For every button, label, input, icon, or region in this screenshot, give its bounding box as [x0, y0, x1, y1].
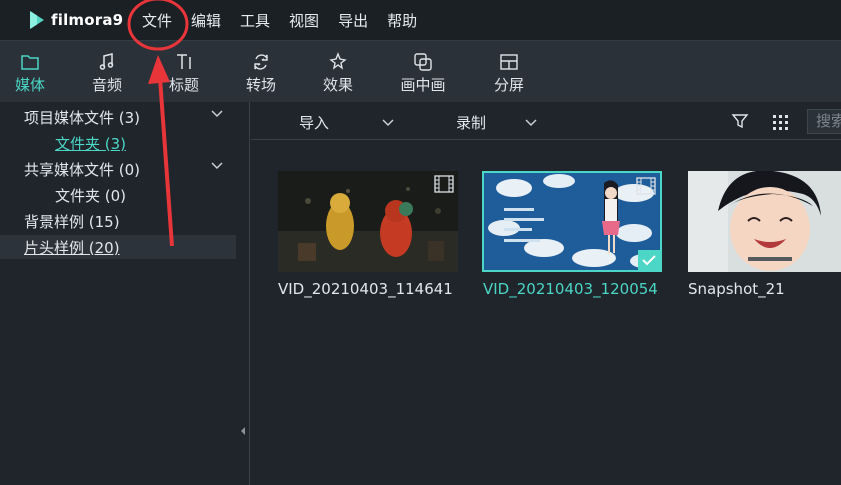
tree-intro-samples[interactable]: 片头样例 (20) [0, 235, 236, 259]
record-dropdown[interactable]: 录制 [456, 112, 538, 133]
tab-pip[interactable]: 画中画 [393, 51, 453, 95]
tree-item-label: 共享媒体文件 (0) [24, 160, 141, 179]
tree-item-label: 文件夹 (3) [55, 134, 127, 153]
tab-titles-label: 标题 [168, 76, 199, 94]
media-thumbnail-2[interactable] [482, 171, 662, 272]
tree-project-media[interactable]: 项目媒体文件 (3) [0, 105, 250, 129]
media-name-3: Snapshot_21 [688, 280, 785, 298]
chevron-down-icon[interactable] [210, 107, 224, 121]
checkmark-icon [642, 255, 656, 266]
tab-effects[interactable]: 效果 [308, 51, 368, 95]
tab-effects-label: 效果 [322, 76, 353, 94]
chevron-down-icon[interactable] [210, 159, 224, 173]
app-logo: filmora9 [27, 9, 142, 31]
media-thumbnail-3[interactable] [688, 171, 841, 272]
tree-project-folder[interactable]: 文件夹 (3) [0, 131, 250, 155]
grid-view-icon[interactable] [771, 113, 789, 131]
tab-transitions[interactable]: 转场 [231, 51, 291, 95]
tab-audio[interactable]: 音频 [77, 51, 137, 95]
snapshot-preview-image [688, 171, 841, 272]
split-screen-icon [500, 54, 518, 70]
video-clip-icon [636, 177, 656, 195]
video-clip-icon [434, 175, 454, 193]
menu-export[interactable]: 导出 [338, 10, 368, 31]
music-note-icon [99, 53, 114, 70]
text-title-icon [177, 54, 191, 69]
app-logo-text: filmora9 [51, 11, 124, 29]
media-toolbar: 媒体 音频 标题 转场 效果 画中画 分屏 [0, 40, 841, 110]
menu-tools[interactable]: 工具 [240, 10, 270, 31]
media-library: 导入 录制 搜索 [251, 102, 841, 485]
menu-bar: filmora9 文件 编辑 工具 视图 导出 帮助 [0, 0, 841, 40]
library-panel: 项目媒体文件 (3) 文件夹 (3) 共享媒体文件 (0) 文件夹 (0) 背景… [0, 102, 250, 485]
tab-media[interactable]: 媒体 [0, 51, 60, 110]
tab-split-screen[interactable]: 分屏 [479, 51, 539, 95]
chevron-down-icon [525, 118, 537, 126]
tree-background-samples[interactable]: 背景样例 (15) [0, 209, 250, 233]
record-label: 录制 [456, 114, 487, 132]
chevron-down-icon [382, 118, 394, 126]
menu-view[interactable]: 视图 [289, 10, 319, 31]
import-dropdown[interactable]: 导入 [299, 112, 395, 133]
filmora-logo-icon [30, 11, 44, 29]
search-input[interactable]: 搜索 [807, 109, 841, 134]
import-label: 导入 [299, 114, 330, 132]
media-name-2: VID_20210403_120054 [483, 280, 658, 298]
tree-shared-media[interactable]: 共享媒体文件 (0) [0, 157, 250, 181]
folder-icon [21, 55, 39, 70]
tab-audio-label: 音频 [91, 76, 122, 94]
picture-in-picture-icon [414, 53, 432, 71]
tab-titles[interactable]: 标题 [154, 51, 214, 95]
tree-item-label: 背景样例 (15) [24, 212, 120, 231]
menu-file[interactable]: 文件 [142, 10, 172, 31]
media-name-1: VID_20210403_114641 [278, 280, 453, 298]
tree-item-label: 项目媒体文件 (3) [24, 108, 141, 127]
media-thumbnail-1[interactable] [278, 171, 458, 272]
video-preview-image [278, 171, 458, 272]
tab-split-screen-label: 分屏 [493, 76, 524, 94]
tab-transitions-label: 转场 [245, 76, 276, 94]
effects-icon [329, 52, 347, 70]
video-preview-image [484, 173, 660, 270]
tab-media-label: 媒体 [14, 76, 45, 94]
transition-icon [254, 54, 268, 70]
selected-check-badge [638, 250, 660, 270]
collapse-panel-icon[interactable] [240, 424, 246, 438]
filter-icon[interactable] [731, 112, 749, 130]
tree-shared-folder[interactable]: 文件夹 (0) [0, 183, 250, 207]
tree-item-label: 片头样例 (20) [24, 238, 120, 257]
media-filter-bar: 导入 录制 搜索 [251, 102, 841, 140]
menu-help[interactable]: 帮助 [387, 10, 417, 31]
menu-edit[interactable]: 编辑 [191, 10, 221, 31]
tree-item-label: 文件夹 (0) [55, 186, 127, 205]
tab-pip-label: 画中画 [400, 76, 446, 94]
